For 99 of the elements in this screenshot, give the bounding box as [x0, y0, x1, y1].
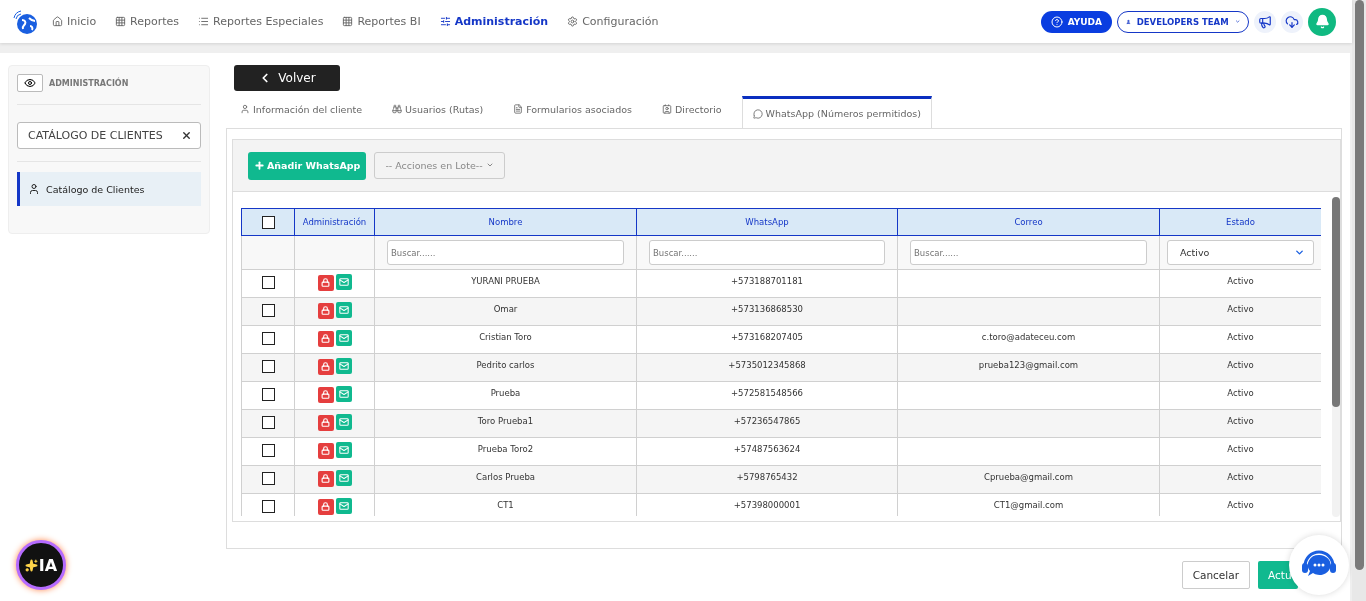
row-checkbox[interactable]: [261, 388, 275, 401]
mail-icon[interactable]: [335, 330, 352, 346]
lock-icon[interactable]: [317, 358, 334, 375]
cancel-button[interactable]: Cancelar: [1181, 561, 1250, 589]
user-icon: [28, 183, 40, 195]
table-cell: Cristian Toro: [374, 325, 637, 354]
settings-icon: [567, 16, 579, 27]
sparkles-icon: [24, 558, 38, 572]
table-cell: Toro Prueba1: [374, 409, 637, 438]
back-button[interactable]: Volver: [234, 65, 340, 91]
table-cell: Pedrito carlos: [374, 353, 637, 382]
lock-icon[interactable]: [317, 302, 334, 319]
row-checkbox[interactable]: [261, 444, 275, 457]
mail-icon[interactable]: [335, 442, 352, 458]
nav-link[interactable]: Reportes Especiales: [198, 15, 324, 28]
team-select[interactable]: DEVELOPERS TEAM: [1117, 10, 1249, 33]
mail-icon[interactable]: [335, 470, 352, 486]
list-icon: [198, 16, 210, 27]
status-filter-select[interactable]: Activo: [1167, 240, 1314, 265]
mail-icon[interactable]: [335, 358, 352, 374]
column-header: Estado: [1159, 208, 1321, 236]
table-cell: Cprueba@gmail.com: [897, 465, 1160, 494]
table-cell: +573168207405: [636, 325, 898, 354]
row-checkbox[interactable]: [261, 416, 275, 429]
column-header: Nombre: [374, 208, 637, 236]
filter-field[interactable]: Buscar......: [649, 240, 885, 265]
bell-icon: [1314, 14, 1330, 29]
page-scrollbar[interactable]: [1352, 0, 1366, 601]
binoculars-icon: [392, 104, 402, 114]
document-icon: [513, 104, 524, 114]
search-field[interactable]: CATÁLOGO DE CLIENTES: [17, 122, 201, 149]
help-icon: [1050, 15, 1063, 28]
table-cell: Prueba: [374, 381, 637, 410]
grid-icon: [115, 16, 127, 27]
mail-icon[interactable]: [335, 274, 352, 290]
table-cell: Omar: [374, 297, 637, 326]
user-icon: [240, 104, 250, 114]
row-checkbox[interactable]: [261, 332, 275, 345]
caret-icon: [485, 161, 494, 169]
row-checkbox[interactable]: [261, 360, 275, 373]
table-cell: +573136868530: [636, 297, 898, 326]
table-cell: Carlos Prueba: [374, 465, 637, 494]
table-cell: c.toro@adateceu.com: [897, 325, 1160, 354]
select-all-checkbox[interactable]: [261, 215, 275, 229]
filter-field[interactable]: Buscar......: [387, 240, 624, 265]
eye-icon[interactable]: [17, 74, 43, 92]
caret-icon: [1294, 247, 1305, 258]
nav-link[interactable]: Configuración: [567, 15, 659, 28]
scrollbar[interactable]: [1332, 197, 1340, 517]
table-cell: +573188701181: [636, 269, 898, 298]
cloud-download-icon[interactable]: [1281, 10, 1303, 33]
batch-actions-select[interactable]: -- Acciones en Lote--: [374, 152, 505, 179]
nav-link[interactable]: Administración: [439, 15, 549, 28]
clear-icon[interactable]: [181, 130, 192, 141]
row-checkbox[interactable]: [261, 500, 275, 513]
column-header: WhatsApp: [636, 208, 898, 236]
lock-icon[interactable]: [317, 442, 334, 459]
nav-link[interactable]: Reportes: [115, 15, 180, 28]
home-icon: [52, 16, 63, 27]
user-icon: [1126, 17, 1131, 26]
table-cell: +57236547865: [636, 409, 898, 438]
row-checkbox[interactable]: [261, 304, 275, 317]
sidebar-title: ADMINISTRACIÓN: [49, 78, 129, 88]
lock-icon[interactable]: [317, 470, 334, 487]
caret-icon: [1234, 17, 1240, 26]
chat-icon: [752, 108, 763, 119]
column-header: Administración: [294, 208, 375, 236]
column-header: Correo: [897, 208, 1160, 236]
table-cell: +5798765432: [636, 465, 898, 494]
mail-icon[interactable]: [335, 498, 352, 514]
table-cell: +5735012345868: [636, 353, 898, 382]
table-cell: YURANI PRUEBA: [374, 269, 637, 298]
table-cell: Prueba Toro2: [374, 437, 637, 466]
help-button[interactable]: AYUDA: [1040, 10, 1112, 33]
table-cell: +57487563624: [636, 437, 898, 466]
nav-link[interactable]: Reportes BI: [342, 15, 421, 28]
plus-icon: [254, 160, 265, 171]
globe-logo[interactable]: [12, 8, 38, 35]
sliders-icon: [439, 16, 451, 27]
mail-icon[interactable]: [335, 386, 352, 402]
lock-icon[interactable]: [317, 274, 334, 291]
lock-icon[interactable]: [317, 498, 334, 515]
notifications-button[interactable]: [1308, 7, 1336, 36]
nav-link[interactable]: Inicio: [52, 15, 97, 28]
tab[interactable]: WhatsApp (Números permitidos): [741, 96, 932, 128]
contact-card-icon: [662, 104, 672, 114]
row-checkbox[interactable]: [261, 276, 275, 289]
mail-icon[interactable]: [335, 414, 352, 430]
megaphone-icon[interactable]: [1254, 10, 1276, 33]
grid-icon: [342, 16, 354, 27]
sidebar-item[interactable]: Catálogo de Clientes: [17, 172, 201, 206]
filter-field[interactable]: Buscar......: [910, 240, 1147, 265]
row-checkbox[interactable]: [261, 472, 275, 485]
lock-icon[interactable]: [317, 414, 334, 431]
table-cell: prueba123@gmail.com: [897, 353, 1160, 382]
table-cell: +572581548566: [636, 381, 898, 410]
lock-icon[interactable]: [317, 330, 334, 347]
lock-icon[interactable]: [317, 386, 334, 403]
mail-icon[interactable]: [335, 302, 352, 318]
